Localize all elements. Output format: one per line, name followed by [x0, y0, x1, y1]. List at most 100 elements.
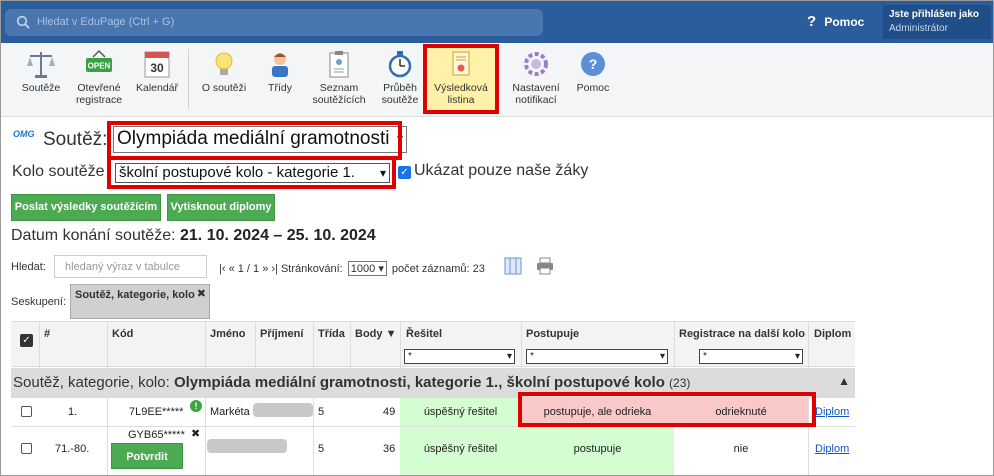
date-label: Datum konání soutěže: [11, 227, 176, 244]
col-last-name[interactable]: Příjmení [260, 328, 303, 340]
app-frame: Hledat v EduPage (Ctrl + G) ? Pomoc Jste… [0, 0, 994, 476]
group-count: (23) [669, 376, 691, 390]
col-divider [107, 322, 108, 368]
cell-code: 7L9EE***** [129, 406, 184, 418]
competition-date: Datum konání soutěže: 21. 10. 2024 – 25.… [11, 227, 376, 245]
user-line1: Jste přihlášen jako [889, 9, 980, 20]
col-divider [107, 398, 108, 426]
grouping-label: Seskupení: [11, 296, 67, 308]
toolbar-label: Průběh soutěže [381, 82, 419, 106]
col-divider [313, 427, 314, 475]
toolbar-item-notifications[interactable]: Nastavení notifikací [505, 49, 567, 106]
diploma-link[interactable]: Diplom [815, 406, 849, 418]
col-registration[interactable]: Registrace na další kolo [679, 328, 805, 340]
toolbar-item-progress[interactable]: Průběh soutěže [375, 49, 425, 106]
help-icon: ? [571, 49, 615, 79]
toolbar-item-calendar[interactable]: 30 Kalendář [131, 49, 183, 94]
chevron-down-icon: ▾ [506, 351, 512, 362]
grouping-chip-label: Soutěž, kategorie, kolo [75, 289, 195, 301]
cell-num: 1. [68, 406, 78, 418]
confirm-participation-button[interactable]: Potvrdit účast [111, 443, 183, 469]
row-checkbox[interactable] [21, 406, 32, 417]
paging-select[interactable]: 1000 ▾ [347, 261, 387, 276]
competition-logo: OMG [13, 129, 35, 139]
grouping-chip[interactable]: Soutěž, kategorie, kolo ✖ [70, 284, 210, 319]
user-role: Administrátor [889, 23, 948, 34]
col-divider [205, 427, 206, 475]
global-search-input[interactable]: Hledat v EduPage (Ctrl + G) [5, 9, 543, 36]
cell-first-name: Markéta [210, 406, 250, 418]
toolbar-label: Otevřené registrace [75, 82, 123, 106]
date-value: 21. 10. 2024 – 25. 10. 2024 [180, 227, 376, 244]
filter-value: * [408, 351, 412, 362]
toolbar-label: Výsledková listina [434, 82, 488, 106]
send-results-button[interactable]: Poslat výsledky soutěžícím [11, 194, 161, 221]
col-divider [39, 322, 40, 368]
row-checkbox[interactable] [21, 443, 32, 454]
col-num[interactable]: # [44, 328, 50, 340]
help-label: Pomoc [824, 15, 865, 29]
solver-filter[interactable]: * ▾ [404, 349, 515, 364]
toolbar-item-about[interactable]: O soutěži [198, 49, 250, 94]
highlight-round [107, 156, 396, 189]
filter-value: * [530, 351, 534, 362]
highlight-row [518, 392, 816, 427]
toolbar-item-help[interactable]: ? Pomoc [571, 49, 615, 94]
only-ours-checkbox[interactable]: ✓ [398, 166, 411, 179]
col-points[interactable]: Body ▼ [355, 328, 396, 340]
info-icon[interactable]: ! [190, 400, 202, 412]
group-value: Olympiáda mediální gramotnosti, kategori… [173, 374, 665, 391]
gear-icon [505, 49, 567, 79]
close-icon[interactable]: ✖ [197, 287, 206, 300]
cell-points: 49 [383, 406, 396, 418]
toolbar-label: Pomoc [576, 82, 610, 94]
col-class[interactable]: Třída [318, 328, 345, 340]
toolbar-item-classes[interactable]: Třídy [257, 49, 303, 94]
toolbar-item-open-registrations[interactable]: OPEN Otevřené registrace [71, 49, 127, 106]
diploma-link[interactable]: Diplom [815, 443, 849, 455]
cell-class: 5 [318, 406, 325, 418]
table-search-input[interactable]: hledaný výraz v tabulce [54, 255, 207, 278]
svg-text:OPEN: OPEN [88, 62, 111, 71]
student-icon [257, 49, 303, 79]
col-divider [400, 322, 401, 368]
user-menu[interactable]: Jste přihlášen jako Administrátor [883, 5, 991, 39]
col-solver[interactable]: Řešitel [406, 328, 442, 340]
col-divider [313, 322, 314, 368]
col-divider [521, 322, 522, 368]
cell-advances[interactable]: postupuje [521, 427, 674, 475]
pager-controls[interactable]: |‹ « 1 / 1 » ›| [219, 263, 278, 275]
toolbar-item-results[interactable]: Výsledková listina [429, 49, 493, 106]
col-diploma[interactable]: Diplom [814, 328, 851, 340]
record-count: počet záznamů: 23 [391, 263, 485, 275]
stopwatch-icon [375, 49, 425, 79]
toolbar-item-souteze[interactable]: Soutěže [15, 49, 67, 94]
help-link[interactable]: ? Pomoc [807, 13, 864, 30]
close-icon[interactable]: ✖ [191, 427, 200, 440]
toolbar-label: O soutěži [201, 82, 247, 94]
toolbar-label: Soutěže [21, 82, 61, 94]
cell-class: 5 [318, 443, 325, 455]
print-diplomas-button[interactable]: Vytisknout diplomy [167, 194, 275, 221]
columns-icon[interactable] [504, 257, 522, 275]
print-icon[interactable] [536, 257, 554, 275]
search-icon [16, 15, 30, 29]
toolbar-item-competitors[interactable]: Seznam soutěžících [307, 49, 371, 106]
advances-filter[interactable]: * ▾ [526, 349, 668, 364]
toolbar-label: Seznam soutěžících [312, 82, 366, 106]
cell-points: 36 [383, 443, 396, 455]
registration-filter[interactable]: * ▾ [699, 349, 803, 364]
cell-code: GYB65***** [128, 429, 185, 441]
cell-registration[interactable]: nie [674, 427, 808, 475]
col-code[interactable]: Kód [112, 328, 133, 340]
select-all-checkbox[interactable]: ✓ [20, 334, 33, 347]
svg-text:?: ? [589, 56, 598, 72]
cell-solver: úspěšný řešitel [400, 398, 521, 426]
collapse-icon[interactable]: ▲ [838, 374, 850, 388]
col-divider [350, 322, 351, 368]
col-first-name[interactable]: Jméno [210, 328, 245, 340]
col-divider [205, 322, 206, 368]
highlight-competition [107, 121, 402, 160]
toolbar-label: Třídy [268, 82, 292, 94]
col-advances[interactable]: Postupuje [526, 328, 579, 340]
